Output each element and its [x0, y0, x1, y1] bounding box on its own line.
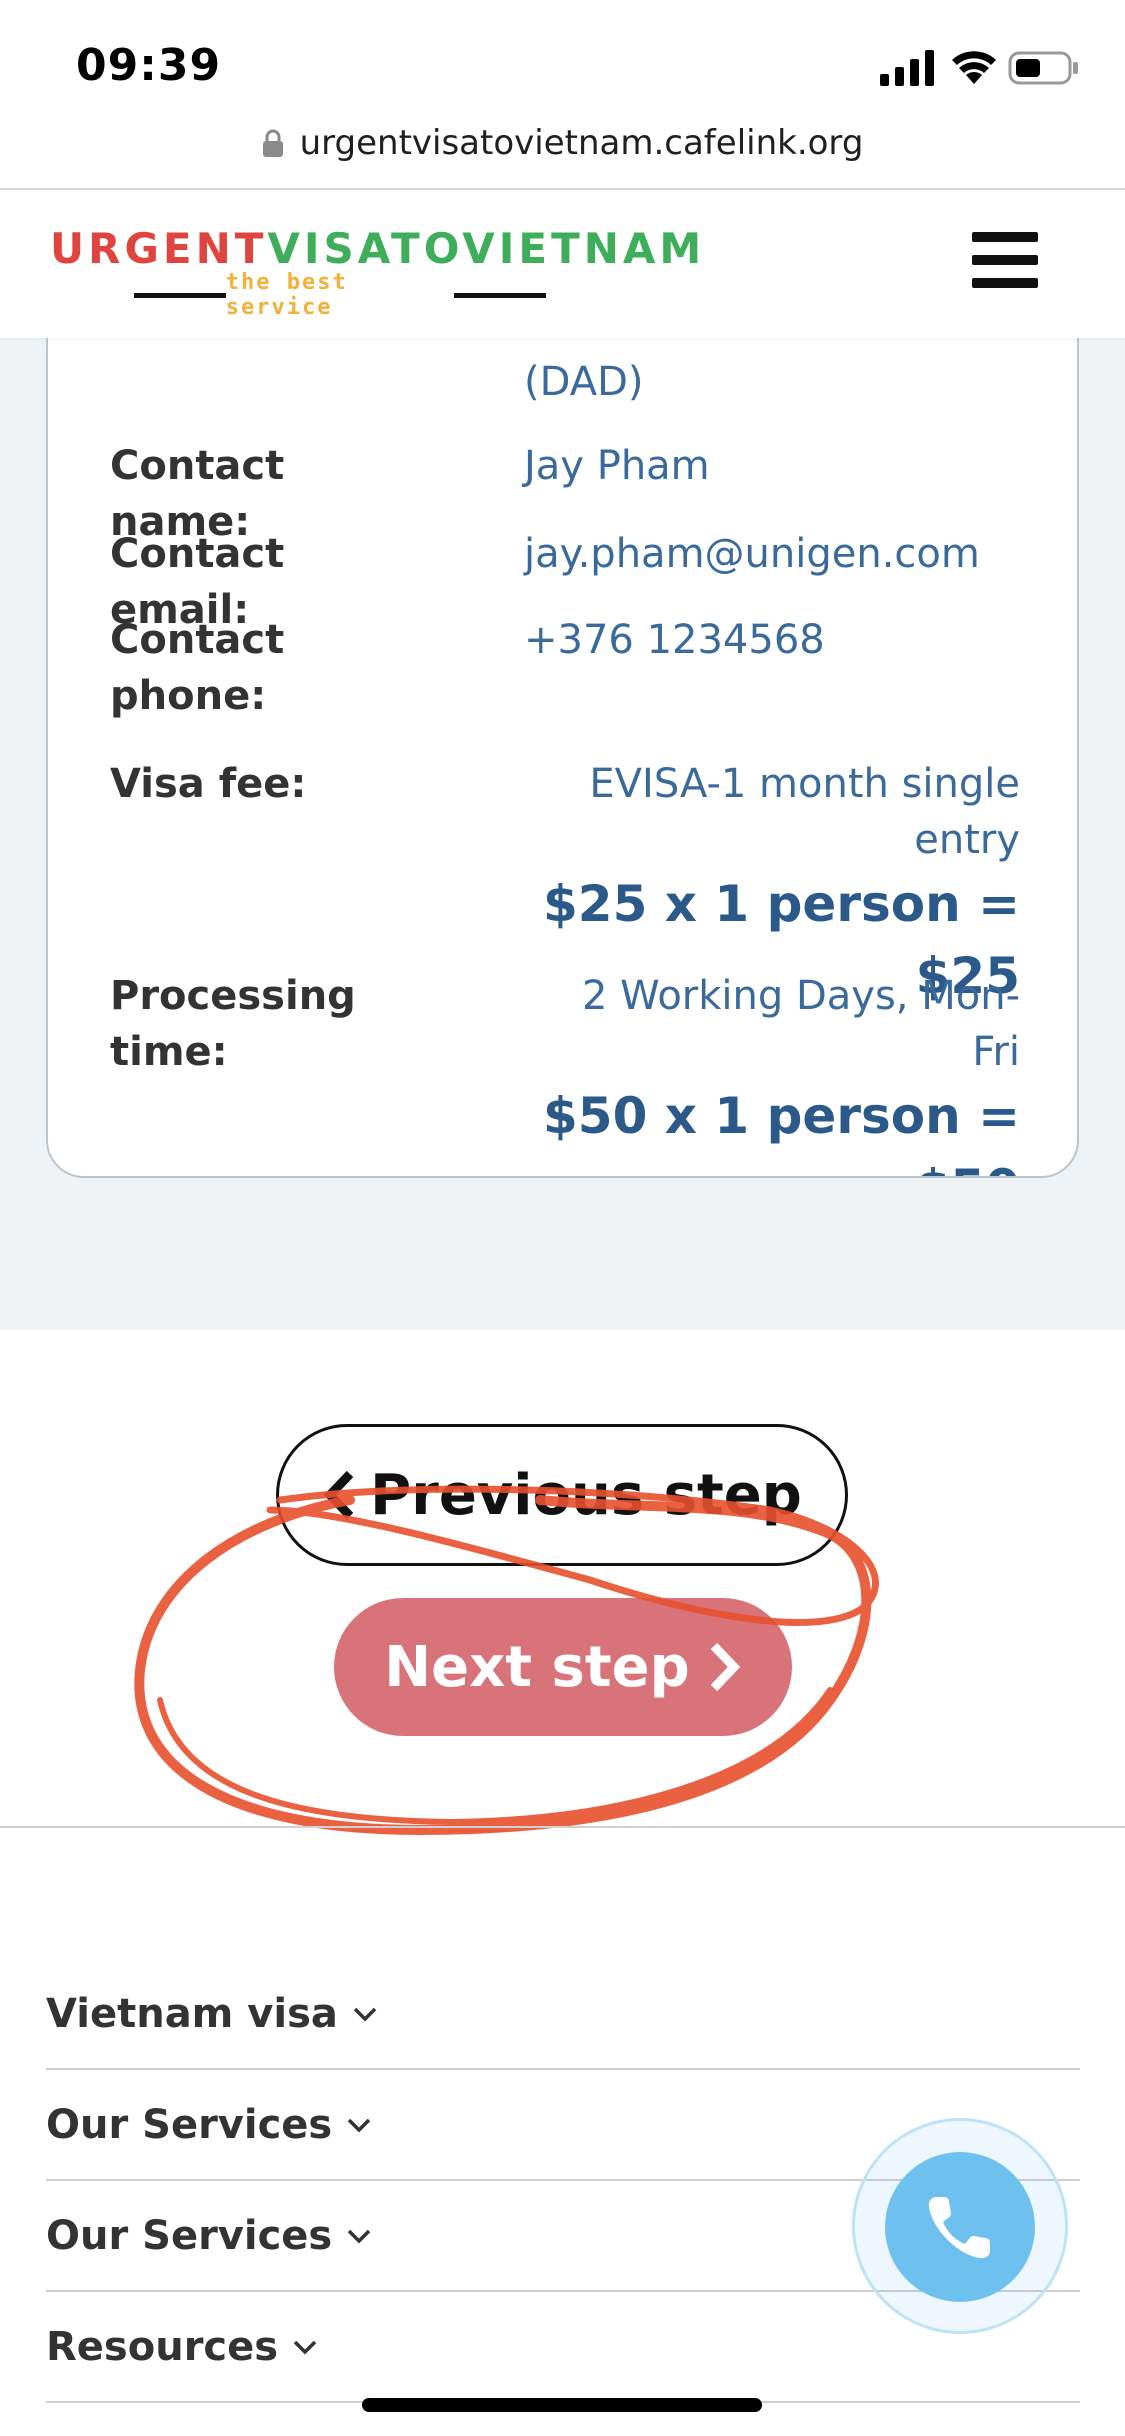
tagline-line-left — [134, 292, 226, 298]
battery-icon — [1008, 51, 1078, 85]
contact-phone-label-line2: phone: — [110, 673, 267, 719]
airport-value: (DAD) — [524, 359, 644, 405]
logo-text-visatovietnam: VISATOVIETNAM — [267, 224, 706, 273]
call-button[interactable] — [885, 2152, 1035, 2302]
contact-phone-label: Contact phone: — [110, 612, 430, 724]
previous-step-label: Previous step — [370, 1462, 802, 1528]
wifi-icon — [952, 51, 996, 84]
footer-menu-label: Resources — [46, 2324, 279, 2370]
phone-icon — [928, 2197, 990, 2259]
next-step-label: Next step — [384, 1634, 690, 1700]
signal-icon — [880, 50, 934, 86]
processing-desc-line1: 2 Working Days, Mon- — [581, 973, 1020, 1019]
contact-email-value: jay.pham@unigen.com — [524, 531, 980, 577]
hamburger-icon[interactable] — [972, 232, 1038, 288]
order-summary-section: (DAD) Contact name: Jay Pham Contact ema… — [0, 298, 1125, 1330]
tagline-line-right — [454, 292, 546, 298]
contact-phone-value: +376 1234568 — [524, 617, 825, 663]
lock-icon — [262, 129, 283, 157]
tagline-text: the best service — [225, 270, 348, 320]
site-logo[interactable]: URGENTVISATOVIETNAM — [50, 224, 705, 273]
footer-divider — [0, 1826, 1125, 1828]
contact-name-value: Jay Pham — [524, 443, 710, 489]
summary-row-visa-fee: Visa fee: EVISA-1 month single entry $25… — [110, 756, 1020, 1005]
chevron-down-icon — [293, 2340, 317, 2355]
address-bar[interactable]: urgentvisatovietnam.cafelink.org — [0, 118, 1125, 168]
footer-menu-label: Our Services — [46, 2213, 333, 2259]
chevron-down-icon — [353, 2007, 377, 2022]
footer-menu-label: Vietnam visa — [46, 1991, 338, 2037]
processing-label-line1: Processing — [110, 973, 356, 1019]
summary-row-contact-phone: Contact phone: +376 1234568 — [110, 612, 1020, 724]
processing-desc-line2: Fri — [972, 1029, 1020, 1075]
site-header: URGENTVISATOVIETNAM the best service — [0, 190, 1125, 338]
contact-phone-label-line1: Contact — [110, 617, 285, 663]
logo-tagline: the best service — [134, 270, 546, 320]
footer-menu-vietnam-visa[interactable]: Vietnam visa — [46, 1960, 1080, 2070]
chevron-down-icon — [347, 2229, 371, 2244]
next-step-button[interactable]: Next step — [334, 1598, 792, 1736]
home-indicator — [362, 2398, 762, 2412]
url-text: urgentvisatovietnam.cafelink.org — [299, 123, 864, 163]
processing-label-line2: time: — [110, 1029, 228, 1075]
visa-fee-desc-line1: EVISA-1 month single — [589, 761, 1020, 807]
previous-step-button[interactable]: Previous step — [276, 1424, 848, 1566]
status-time: 09:39 — [76, 40, 222, 91]
chevron-left-icon — [323, 1470, 354, 1520]
processing-time-label: Processing time: — [110, 968, 430, 1080]
chevron-down-icon — [347, 2118, 371, 2133]
chevron-right-icon — [710, 1642, 740, 1692]
visa-fee-desc-line2: entry — [914, 817, 1020, 863]
footer-menu-label: Our Services — [46, 2102, 333, 2148]
logo-text-urgent: URGENT — [50, 224, 268, 273]
visa-fee-label: Visa fee: — [110, 761, 307, 807]
order-summary-card: (DAD) Contact name: Jay Pham Contact ema… — [46, 298, 1079, 1178]
summary-row-processing-time: Processing time: 2 Working Days, Mon- Fr… — [110, 968, 1020, 1176]
status-bar: 09:39 urgentvisatovietnam.cafelink.org — [0, 0, 1125, 163]
processing-total: $50 x 1 person = $50 — [542, 1087, 1020, 1176]
processing-time-value: 2 Working Days, Mon- Fri $50 x 1 person … — [500, 968, 1020, 1176]
